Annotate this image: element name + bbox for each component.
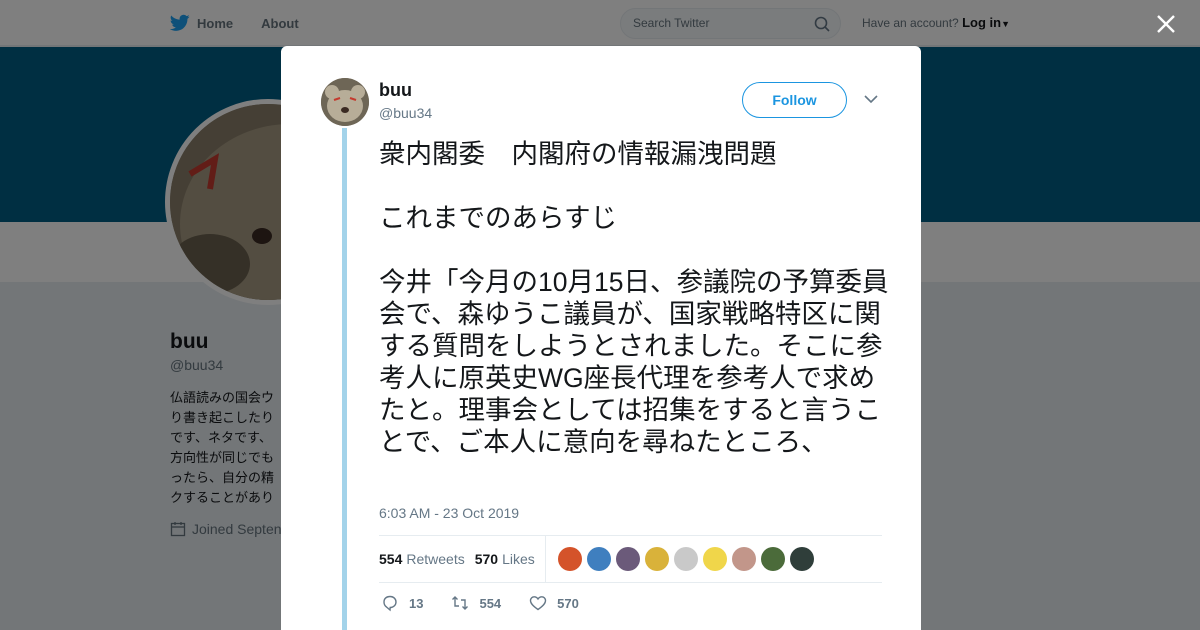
reply-button[interactable]: 13 [381, 594, 423, 612]
liker-avatar[interactable] [760, 547, 785, 571]
like-button[interactable]: 570 [529, 594, 579, 612]
follow-button[interactable]: Follow [742, 82, 847, 118]
likes-stat[interactable]: 570 Likes [475, 551, 535, 567]
liker-avatar[interactable] [673, 547, 698, 571]
thread-line [342, 128, 347, 630]
stats-divider [544, 535, 546, 583]
close-icon[interactable] [1154, 12, 1178, 36]
retweet-button[interactable]: 554 [451, 594, 501, 612]
tweet-text: 衆内閣委 内閣府の情報漏洩問題 これまでのあらすじ 今井「今月の10月15日、参… [379, 139, 889, 457]
tweet-actions: 13 554 570 [381, 594, 607, 612]
reply-icon [383, 595, 397, 612]
liker-avatars [557, 547, 819, 571]
chevron-down-icon[interactable] [864, 94, 878, 104]
heart-icon [529, 596, 547, 611]
liker-avatar[interactable] [615, 547, 640, 571]
likes-count: 570 [474, 551, 499, 567]
liker-avatar[interactable] [731, 547, 756, 571]
liker-avatar[interactable] [702, 547, 727, 571]
liker-avatar[interactable] [644, 547, 669, 571]
retweets-label: Retweets [406, 551, 465, 567]
retweets-count: 554 [379, 551, 403, 567]
tweet-modal: buu @buu34 Follow 衆内閣委 内閣府の情報漏洩問題 これまでのあ… [281, 46, 921, 630]
retweets-stat[interactable]: 554 Retweets [379, 551, 465, 567]
tweet-author-name[interactable]: buu [379, 80, 412, 101]
retweet-icon [452, 596, 469, 610]
like-action-count: 570 [557, 595, 579, 611]
reply-count: 13 [409, 595, 424, 611]
tweet-timestamp[interactable]: 6:03 AM - 23 Oct 2019 [379, 505, 519, 521]
likes-label: Likes [502, 551, 535, 567]
tweet-author-avatar[interactable] [321, 78, 369, 126]
tweet-stats: 554 Retweets 570 Likes [379, 535, 882, 583]
tweet-author-handle[interactable]: @buu34 [379, 105, 432, 121]
liker-avatar[interactable] [586, 547, 611, 571]
liker-avatar[interactable] [789, 547, 814, 571]
teddy-bear-avatar-picture [321, 78, 369, 126]
retweet-action-count: 554 [479, 595, 502, 611]
liker-avatar[interactable] [557, 547, 582, 571]
